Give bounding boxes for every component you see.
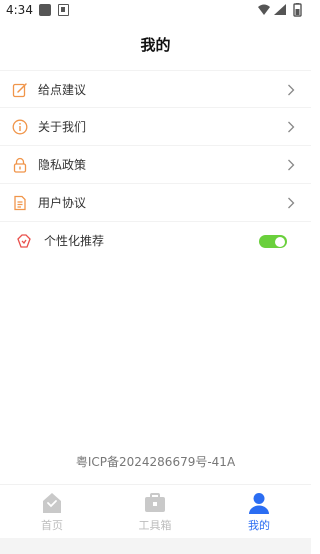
tab-label: 我的: [248, 519, 270, 532]
toolbox-icon: [145, 493, 165, 512]
battery-icon: [293, 3, 302, 17]
menu-item-label: 隐私政策: [38, 158, 87, 172]
navigation-bar-area: [0, 538, 311, 554]
signal-icon: [274, 4, 286, 15]
tab-home[interactable]: 首页: [22, 491, 82, 537]
user-icon: [249, 493, 269, 514]
status-icons: [258, 3, 302, 17]
wifi-icon: [258, 4, 270, 15]
menu-item-privacy[interactable]: 隐私政策: [0, 146, 311, 184]
chevron-right-icon: [288, 197, 295, 209]
info-icon: [12, 119, 28, 135]
edit-icon: [12, 83, 27, 98]
menu-item-label: 用户协议: [38, 196, 87, 210]
menu-item-label: 个性化推荐: [44, 234, 105, 248]
personalized-recommendation-toggle[interactable]: [259, 235, 287, 248]
chevron-right-icon: [288, 121, 295, 133]
menu-item-about[interactable]: 关于我们: [0, 108, 311, 146]
icp-record: 粤ICP备2024286679号-41A: [75, 455, 236, 469]
notification-icon: [58, 4, 69, 16]
lock-icon: [13, 157, 27, 173]
page-title: 我的: [140, 36, 171, 54]
settings-menu: 给点建议 关于我们 隐私政策 用户协议 个性化推荐: [0, 70, 311, 260]
menu-item-agreement[interactable]: 用户协议: [0, 184, 311, 222]
menu-item-feedback[interactable]: 给点建议: [0, 70, 311, 108]
document-icon: [14, 195, 26, 211]
chevron-right-icon: [288, 84, 295, 96]
menu-item-personalized-recommendation: 个性化推荐: [0, 222, 311, 260]
toggle-knob: [275, 236, 285, 247]
status-bar: 4:34: [0, 0, 311, 22]
menu-item-label: 给点建议: [38, 83, 87, 97]
chevron-right-icon: [288, 159, 295, 171]
page-header: 我的: [0, 28, 311, 62]
tab-label: 工具箱: [138, 519, 172, 532]
tab-toolbox[interactable]: 工具箱: [125, 491, 185, 537]
tab-label: 首页: [41, 519, 63, 532]
recommend-icon: [17, 234, 31, 248]
home-icon: [43, 493, 61, 513]
status-time: 4:34: [6, 3, 33, 17]
app-icon: [39, 4, 51, 16]
tab-mine[interactable]: 我的: [229, 491, 289, 537]
menu-item-label: 关于我们: [38, 120, 87, 134]
